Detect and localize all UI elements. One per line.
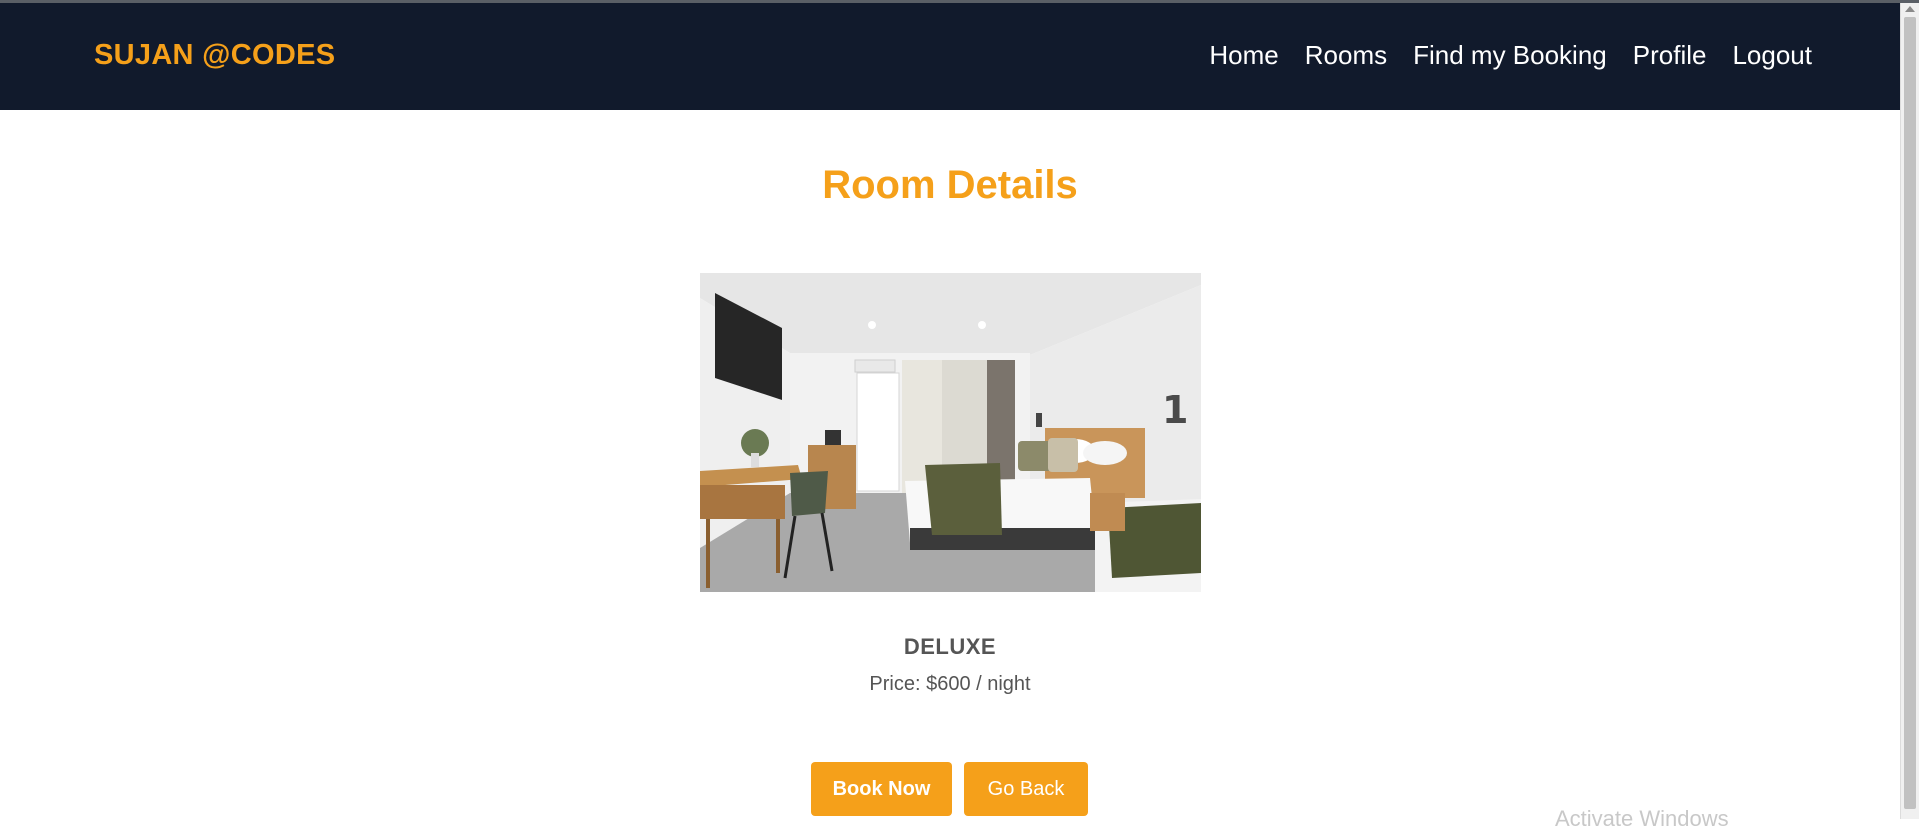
svg-text:1: 1 bbox=[1162, 388, 1188, 432]
book-now-button[interactable]: Book Now bbox=[811, 762, 952, 816]
room-details-section: Room Details 1 DELUXE Price: $600 / nigh… bbox=[0, 110, 1900, 819]
scroll-up-arrow-icon[interactable] bbox=[1905, 6, 1915, 12]
nav-menu: Home Rooms Find my Booking Profile Logou… bbox=[1209, 40, 1812, 71]
activate-windows-watermark: Activate Windows bbox=[1555, 806, 1729, 831]
nav-link-home[interactable]: Home bbox=[1209, 40, 1278, 71]
nav-link-rooms[interactable]: Rooms bbox=[1305, 40, 1387, 71]
go-back-button[interactable]: Go Back bbox=[964, 762, 1088, 816]
navbar: SUJAN @CODES Home Rooms Find my Booking … bbox=[0, 3, 1900, 110]
scrollbar-thumb[interactable] bbox=[1904, 17, 1916, 809]
page-title: Room Details bbox=[822, 163, 1078, 207]
action-buttons: Book Now Go Back bbox=[811, 762, 1088, 816]
brand-logo[interactable]: SUJAN @CODES bbox=[94, 39, 335, 72]
room-type: DELUXE bbox=[903, 634, 997, 659]
room-photo: 1 bbox=[700, 273, 1201, 592]
nav-link-find-booking[interactable]: Find my Booking bbox=[1413, 40, 1607, 71]
room-price: Price: $600 / night bbox=[869, 673, 1031, 695]
nav-link-logout[interactable]: Logout bbox=[1732, 40, 1812, 71]
vertical-scrollbar[interactable] bbox=[1900, 3, 1919, 819]
nav-link-profile[interactable]: Profile bbox=[1633, 40, 1707, 71]
